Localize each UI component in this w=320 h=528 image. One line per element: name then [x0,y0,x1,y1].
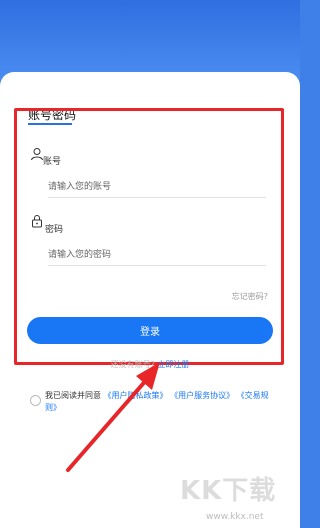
watermark-logo: KK下载 [180,476,277,506]
privacy-policy-link[interactable]: 《用户隐私政策》 [104,391,168,400]
register-link[interactable]: 立即注册 [157,360,189,369]
register-row: 还没有账号? 立即注册 [0,359,300,370]
agree-radio[interactable] [30,395,41,406]
agreement-text: 我已阅读并同意 《用户隐私政策》 《用户服务协议》 《交易规则》 [45,390,273,414]
header-background [0,0,300,80]
register-prompt: 还没有账号? [110,360,155,369]
agreement-prefix: 我已阅读并同意 [45,391,101,400]
service-agreement-link[interactable]: 《用户服务协议》 [170,391,234,400]
watermark-url: www.kkx.net [206,512,264,522]
highlight-box [14,108,284,365]
